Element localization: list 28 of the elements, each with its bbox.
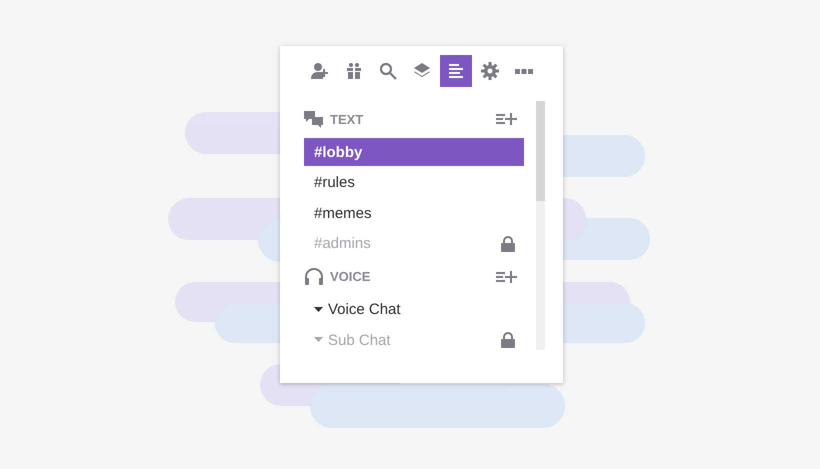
channel-item[interactable]: #lobby: [304, 138, 524, 166]
add-channel-icon[interactable]: [496, 112, 518, 126]
chat-icon: [304, 110, 324, 128]
lock-icon: [501, 332, 515, 348]
channel-name: #admins: [314, 235, 372, 252]
gift-icon: [344, 61, 364, 81]
add-channel-icon[interactable]: [496, 270, 518, 284]
channel-name: #memes: [314, 204, 373, 222]
section-title: TEXT: [330, 112, 364, 126]
settings-icon: [480, 61, 500, 81]
lock-icon: [501, 236, 515, 252]
channel-name: #rules: [314, 174, 356, 191]
channel-name: Voice Chat: [328, 301, 402, 318]
channel-name: Sub Chat: [328, 332, 392, 348]
section-title: VOICE: [330, 269, 372, 284]
search-icon: [378, 61, 398, 81]
channel-item[interactable]: #rules: [304, 168, 524, 196]
caret-icon: [314, 306, 323, 312]
channel-item[interactable]: Voice Chat: [304, 296, 524, 324]
list-button[interactable]: [440, 55, 472, 87]
channel-item[interactable]: #memes: [304, 199, 524, 227]
headphones-icon: [304, 268, 324, 286]
channel-name: #lobby: [314, 144, 364, 160]
lines-icon: [446, 61, 466, 81]
caret-icon: [314, 337, 323, 343]
more-icon: [514, 68, 534, 74]
add-user-icon: [310, 61, 330, 81]
scrollbar[interactable]: [536, 101, 545, 350]
